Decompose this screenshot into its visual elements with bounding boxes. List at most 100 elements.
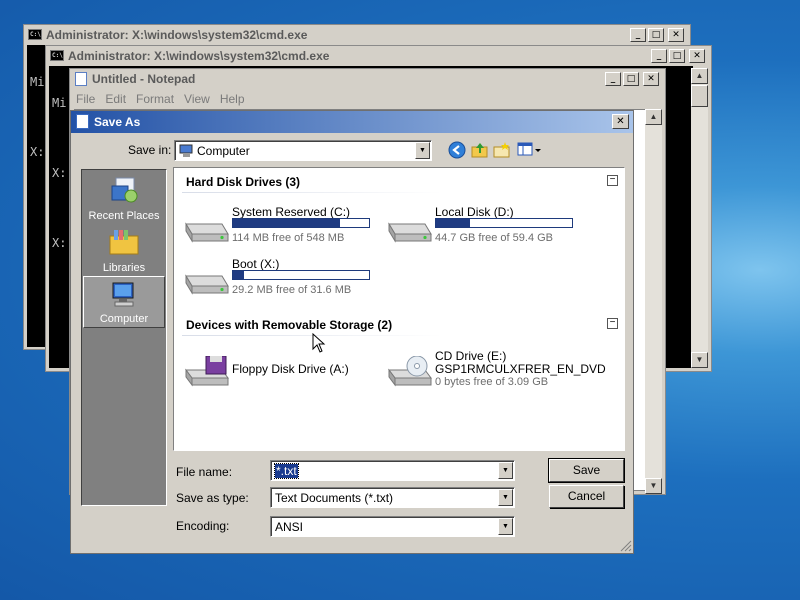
cmd-vertical-scrollbar[interactable]: ▲ ▼: [691, 68, 708, 368]
save-as-title-bar[interactable]: Save As ✕: [71, 111, 633, 133]
menu-view[interactable]: View: [184, 92, 210, 106]
place-recent-places[interactable]: Recent Places: [83, 172, 165, 224]
drive-name: CD Drive (E:): [435, 349, 507, 363]
group-header-hard-disk-drives[interactable]: Hard Disk Drives (3): [186, 175, 300, 189]
drive-free-space: 0 bytes free of 3.09 GB: [435, 376, 549, 388]
cmd-front-title: Administrator: X:\windows\system32\cmd.e…: [68, 49, 330, 63]
view-menu-icon[interactable]: [517, 141, 543, 159]
hard-drive-icon: [185, 274, 229, 295]
scroll-up-arrow-icon[interactable]: ▲: [691, 68, 708, 84]
save-as-type-select[interactable]: Text Documents (*.txt) ▼: [270, 487, 515, 508]
minimize-button[interactable]: _: [605, 72, 621, 86]
drive-item[interactable]: Floppy Disk Drive (A:): [176, 348, 376, 396]
cmd-back-title-bar[interactable]: C:\ Administrator: X:\windows\system32\c…: [24, 25, 690, 45]
drive-free-space: 29.2 MB free of 31.6 MB: [232, 284, 352, 296]
group-divider: [182, 192, 442, 193]
file-name-value: *.txt: [274, 463, 299, 479]
minimize-button[interactable]: _: [630, 28, 646, 42]
group-header-removable-storage[interactable]: Devices with Removable Storage (2): [186, 318, 392, 332]
new-folder-icon[interactable]: [493, 141, 511, 159]
resize-grip-icon[interactable]: [620, 540, 632, 552]
drive-item[interactable]: CD Drive (E:) GSP1RMCULXFRER_EN_DVD 0 by…: [379, 348, 606, 396]
save-in-combo[interactable]: Computer ▼: [174, 140, 432, 161]
file-name-input[interactable]: *.txt ▼: [270, 460, 515, 481]
usage-fill: [436, 219, 470, 227]
drive-name: Boot (X:): [232, 257, 280, 271]
cd-drive-icon: [388, 356, 432, 387]
close-button[interactable]: ✕: [668, 28, 684, 42]
usage-bar: [232, 218, 370, 228]
encoding-value: ANSI: [275, 520, 304, 534]
cmd-back-title: Administrator: X:\windows\system32\cmd.e…: [46, 28, 308, 42]
floppy-drive-icon: [185, 356, 229, 387]
chevron-down-icon[interactable]: ▼: [415, 142, 430, 159]
hard-drive-icon: [185, 222, 229, 243]
menu-file[interactable]: File: [76, 92, 95, 106]
menu-format[interactable]: Format: [136, 92, 174, 106]
place-label: Recent Places: [88, 210, 160, 222]
drive-item[interactable]: Boot (X:) 29.2 MB free of 31.6 MB: [176, 256, 376, 304]
save-in-value: Computer: [197, 144, 250, 158]
scroll-down-arrow-icon[interactable]: ▼: [645, 478, 662, 494]
notepad-menu-bar: File Edit Format View Help: [76, 92, 245, 106]
menu-help[interactable]: Help: [220, 92, 245, 106]
notepad-vertical-scrollbar[interactable]: ▲ ▼: [645, 109, 662, 494]
usage-bar: [435, 218, 573, 228]
usage-bar: [232, 270, 370, 280]
drive-free-space: 44.7 GB free of 59.4 GB: [435, 232, 554, 244]
computer-icon: [179, 144, 193, 157]
close-button[interactable]: ✕: [643, 72, 659, 86]
collapse-group-icon[interactable]: −: [607, 318, 618, 329]
save-as-type-value: Text Documents (*.txt): [275, 491, 394, 505]
places-bar: Recent Places Libraries Computer: [81, 169, 167, 506]
chevron-down-icon[interactable]: ▼: [498, 489, 513, 506]
drive-item[interactable]: Local Disk (D:) 44.7 GB free of 59.4 GB: [379, 204, 579, 252]
place-libraries[interactable]: Libraries: [83, 224, 165, 276]
maximize-button[interactable]: □: [669, 49, 685, 63]
place-label: Computer: [99, 313, 149, 325]
computer-icon: [112, 282, 134, 307]
notepad-icon: [76, 114, 89, 129]
chevron-down-icon[interactable]: ▼: [498, 462, 513, 479]
mouse-cursor-icon: [312, 333, 326, 353]
chevron-down-icon[interactable]: ▼: [498, 518, 513, 535]
drive-item[interactable]: System Reserved (C:) 114 MB free of 548 …: [176, 204, 376, 252]
save-as-dialog[interactable]: Save As ✕ Save in: Computer ▼ Recent Pla…: [70, 110, 634, 554]
cmd-front-title-bar[interactable]: C:\ Administrator: X:\windows\system32\c…: [46, 46, 711, 66]
menu-edit[interactable]: Edit: [105, 92, 126, 106]
drive-free-space: 114 MB free of 548 MB: [232, 232, 345, 244]
drive-volume-label: GSP1RMCULXFRER_EN_DVD: [435, 362, 606, 376]
notepad-title: Untitled - Notepad: [92, 72, 196, 86]
place-computer[interactable]: Computer: [83, 276, 165, 328]
minimize-button[interactable]: _: [651, 49, 667, 63]
scroll-up-arrow-icon[interactable]: ▲: [645, 109, 662, 125]
close-button[interactable]: ✕: [689, 49, 705, 63]
usage-fill: [233, 271, 244, 279]
maximize-button[interactable]: □: [623, 72, 639, 86]
save-in-label: Save in:: [128, 143, 172, 157]
save-as-type-label: Save as type:: [176, 491, 249, 505]
cmd-icon: C:\: [28, 29, 42, 40]
scroll-down-arrow-icon[interactable]: ▼: [691, 352, 708, 368]
hard-drive-icon: [388, 222, 432, 243]
scroll-thumb[interactable]: [691, 85, 708, 107]
back-icon[interactable]: [448, 141, 466, 159]
drive-name: Local Disk (D:): [435, 205, 514, 219]
encoding-label: Encoding:: [176, 519, 230, 533]
notepad-title-bar[interactable]: Untitled - Notepad _ □ ✕: [70, 69, 665, 89]
save-as-title: Save As: [94, 115, 141, 129]
recent-places-icon: [111, 177, 138, 203]
drive-name: Floppy Disk Drive (A:): [232, 362, 349, 376]
place-label: Libraries: [102, 262, 146, 274]
encoding-select[interactable]: ANSI ▼: [270, 516, 515, 537]
file-list-view[interactable]: Hard Disk Drives (3) − System Reserved (…: [173, 167, 625, 451]
cancel-button[interactable]: Cancel: [549, 485, 624, 508]
save-button[interactable]: Save: [548, 458, 625, 483]
cmd-icon: C:\: [50, 50, 64, 61]
collapse-group-icon[interactable]: −: [607, 175, 618, 186]
usage-fill: [233, 219, 341, 227]
up-folder-icon[interactable]: [471, 141, 489, 159]
close-button[interactable]: ✕: [612, 114, 629, 129]
file-name-label: File name:: [176, 465, 233, 479]
maximize-button[interactable]: □: [648, 28, 664, 42]
